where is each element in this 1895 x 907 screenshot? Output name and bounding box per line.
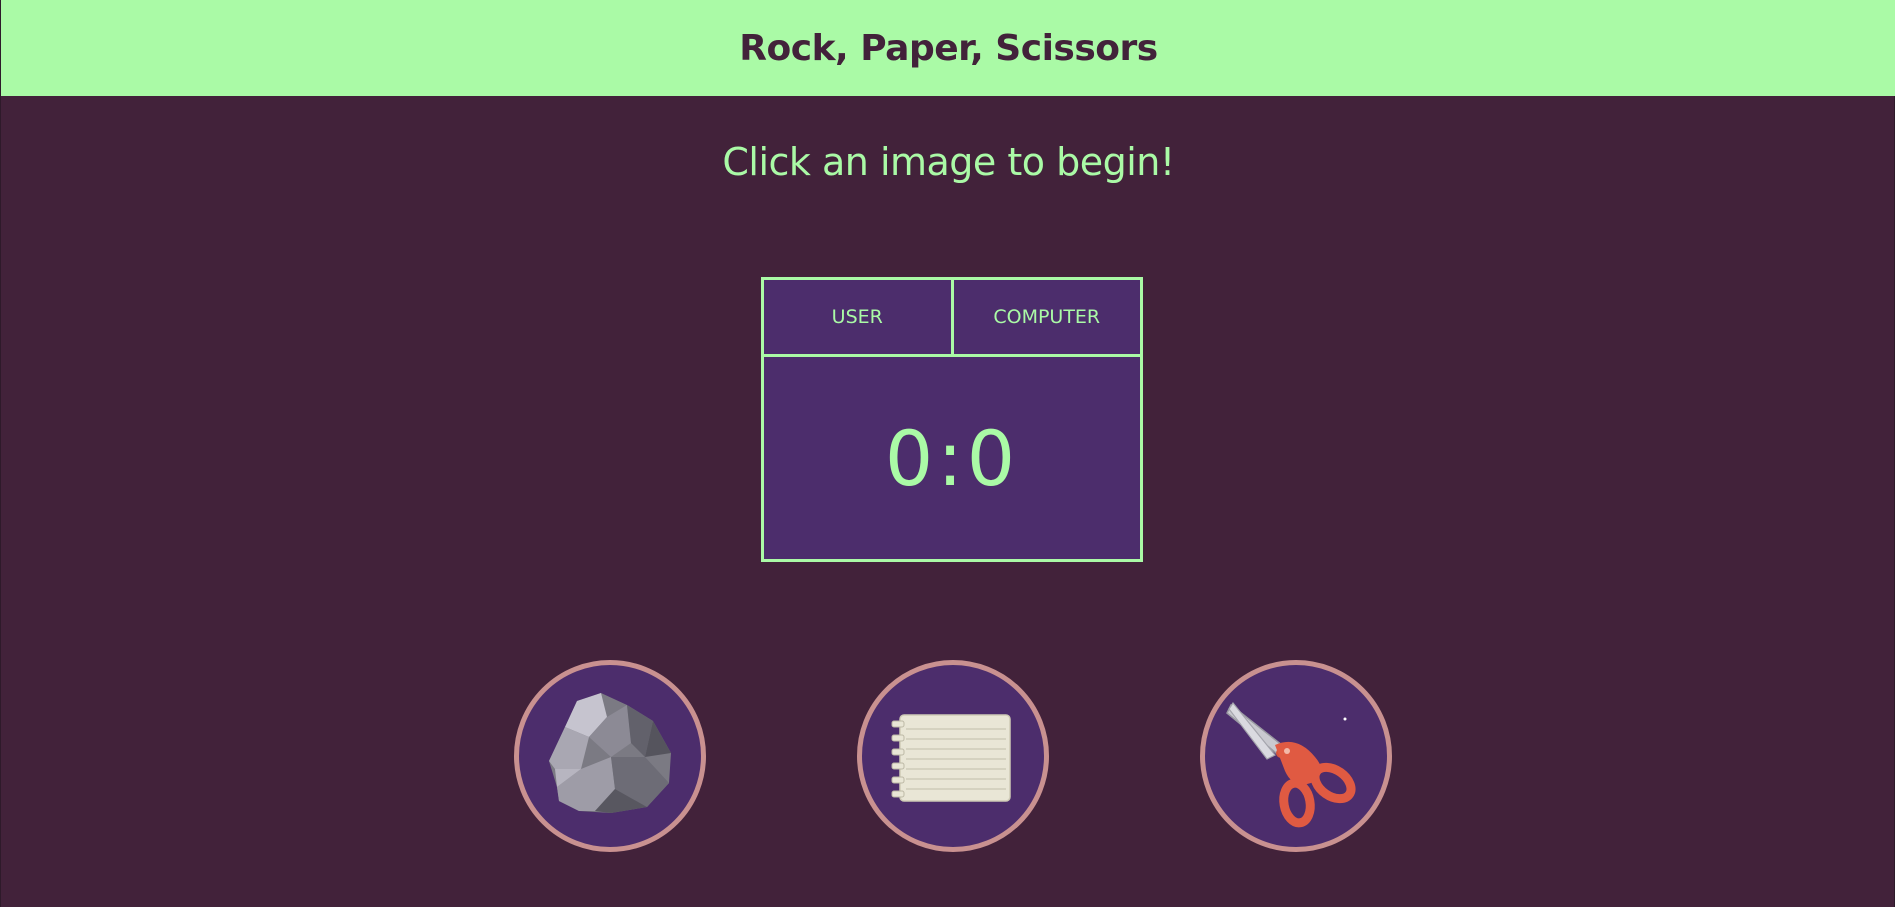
rock-choice-button[interactable]: [514, 660, 706, 852]
header-bar: Rock, Paper, Scissors: [1, 0, 1895, 96]
computer-score: 0: [966, 413, 1020, 503]
user-label: USER: [831, 306, 883, 328]
rock-icon: [549, 693, 671, 813]
page-title: Rock, Paper, Scissors: [739, 27, 1158, 69]
computer-label: COMPUTER: [950, 280, 1141, 354]
paper-icon: [891, 714, 1011, 802]
scissors-icon: [1226, 701, 1356, 828]
scissors-choice-button[interactable]: [1200, 660, 1392, 852]
paper-choice-button[interactable]: [857, 660, 1049, 852]
score-display: 0 : 0: [764, 357, 1140, 559]
scoreboard: USER COMPUTER 0 : 0: [761, 277, 1143, 562]
status-message: Click an image to begin!: [722, 140, 1175, 184]
score-labels: USER COMPUTER: [764, 280, 1140, 357]
user-score: 0: [884, 413, 938, 503]
score-separator: :: [937, 413, 967, 503]
